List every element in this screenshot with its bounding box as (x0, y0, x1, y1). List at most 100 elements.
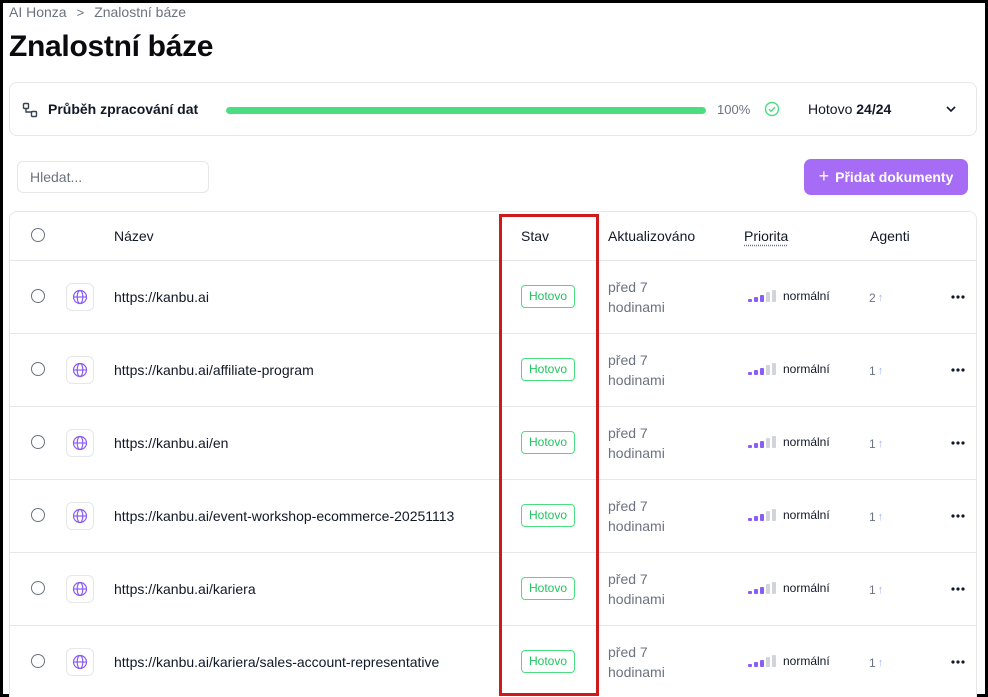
row-checkbox[interactable] (31, 508, 45, 522)
status-badge: Hotovo (521, 504, 576, 527)
row-priority[interactable]: normální (783, 654, 830, 668)
priority-bars-icon (748, 290, 776, 302)
row-updated-line1: před 7 (608, 498, 648, 514)
row-agents[interactable]: 1 ↑ (869, 364, 883, 378)
breadcrumb-separator: > (76, 4, 85, 20)
row-agents-count: 2 (869, 291, 876, 305)
row-agents[interactable]: 1 ↑ (869, 656, 883, 670)
plus-icon: + (818, 166, 830, 186)
row-agents[interactable]: 2 ↑ (869, 291, 883, 305)
table-row[interactable]: https://kanbu.ai/affiliate-program Hotov… (10, 334, 976, 407)
more-horizontal-icon[interactable] (950, 586, 966, 592)
progress-bar (226, 107, 706, 114)
breadcrumb-item-ai-honza[interactable]: AI Honza (9, 4, 67, 20)
row-agents-count: 1 (869, 364, 876, 378)
row-checkbox[interactable] (31, 362, 45, 376)
breadcrumb-item-knowledge-base[interactable]: Znalostní báze (94, 4, 186, 20)
row-checkbox[interactable] (31, 289, 45, 303)
priority-bars-icon (748, 436, 776, 448)
table-row[interactable]: https://kanbu.ai/event-workshop-ecommerc… (10, 480, 976, 553)
status-badge: Hotovo (521, 650, 576, 673)
row-updated: před 7 hodinami (608, 277, 688, 317)
row-agents-count: 1 (869, 510, 876, 524)
more-horizontal-icon[interactable] (950, 659, 966, 665)
row-updated-line1: před 7 (608, 425, 648, 441)
column-header-status[interactable]: Stav (521, 228, 549, 244)
row-name[interactable]: https://kanbu.ai/affiliate-program (114, 362, 314, 378)
table-row[interactable]: https://kanbu.ai Hotovo před 7 hodinami … (10, 261, 976, 334)
row-name[interactable]: https://kanbu.ai/en (114, 435, 228, 451)
more-horizontal-icon[interactable] (950, 367, 966, 373)
processing-progress-card[interactable]: Průběh zpracování dat 100% Hotovo 24/24 (9, 82, 977, 136)
row-priority[interactable]: normální (783, 508, 830, 522)
status-badge: Hotovo (521, 358, 576, 381)
row-updated-line2: hodinami (608, 664, 665, 680)
row-priority[interactable]: normální (783, 289, 830, 303)
arrow-up-icon: ↑ (877, 584, 884, 596)
row-agents-count: 1 (869, 656, 876, 670)
row-checkbox[interactable] (31, 581, 45, 595)
row-updated: před 7 hodinami (608, 569, 688, 609)
row-priority[interactable]: normální (783, 581, 830, 595)
more-horizontal-icon[interactable] (950, 513, 966, 519)
arrow-up-icon: ↑ (877, 292, 884, 304)
globe-icon (72, 362, 88, 378)
status-badge: Hotovo (521, 577, 576, 600)
row-checkbox[interactable] (31, 654, 45, 668)
row-name[interactable]: https://kanbu.ai/kariera (114, 581, 256, 597)
row-type-badge (66, 356, 94, 384)
row-agents-count: 1 (869, 583, 876, 597)
row-agents-count: 1 (869, 437, 876, 451)
page-title: Znalostní báze (9, 30, 214, 63)
row-priority[interactable]: normální (783, 362, 830, 376)
table-row[interactable]: https://kanbu.ai/kariera/sales-account-r… (10, 626, 976, 697)
globe-icon (72, 508, 88, 524)
row-updated-line2: hodinami (608, 518, 665, 534)
column-header-name[interactable]: Název (114, 228, 154, 244)
row-type-badge (66, 429, 94, 457)
row-priority[interactable]: normální (783, 435, 830, 449)
progress-percent: 100% (717, 102, 751, 117)
select-all-checkbox[interactable] (31, 228, 45, 242)
table-row[interactable]: https://kanbu.ai/en Hotovo před 7 hodina… (10, 407, 976, 480)
row-updated: před 7 hodinami (608, 350, 688, 390)
progress-status-prefix: Hotovo (808, 101, 853, 117)
row-type-badge (66, 502, 94, 530)
arrow-up-icon: ↑ (877, 657, 884, 669)
row-agents[interactable]: 1 ↑ (869, 583, 883, 597)
row-type-badge (66, 283, 94, 311)
column-header-updated[interactable]: Aktualizováno (608, 228, 695, 244)
row-name[interactable]: https://kanbu.ai/event-workshop-ecommerc… (114, 508, 454, 524)
add-documents-button[interactable]: + Přidat dokumenty (804, 159, 968, 195)
row-agents[interactable]: 1 ↑ (869, 437, 883, 451)
globe-icon (72, 581, 88, 597)
arrow-up-icon: ↑ (877, 365, 884, 377)
row-type-badge (66, 575, 94, 603)
priority-bars-icon (748, 655, 776, 667)
row-updated-line2: hodinami (608, 372, 665, 388)
more-horizontal-icon[interactable] (950, 440, 966, 446)
row-updated-line1: před 7 (608, 571, 648, 587)
row-checkbox[interactable] (31, 435, 45, 449)
progress-label: Průběh zpracování dat (48, 101, 199, 117)
search-input[interactable] (17, 161, 209, 193)
row-agents[interactable]: 1 ↑ (869, 510, 883, 524)
progress-status-count: 24/24 (856, 101, 892, 117)
row-updated-line1: před 7 (608, 279, 648, 295)
table-row[interactable]: https://kanbu.ai/kariera Hotovo před 7 h… (10, 553, 976, 626)
row-updated: před 7 hodinami (608, 423, 688, 463)
column-header-agents[interactable]: Agenti (870, 228, 910, 244)
row-type-badge (66, 648, 94, 676)
globe-icon (72, 289, 88, 305)
more-horizontal-icon[interactable] (950, 294, 966, 300)
column-header-priority[interactable]: Priorita (744, 228, 788, 244)
add-documents-label: Přidat dokumenty (835, 169, 954, 185)
row-updated-line1: před 7 (608, 644, 648, 660)
priority-bars-icon (748, 509, 776, 521)
priority-bars-icon (748, 582, 776, 594)
row-name[interactable]: https://kanbu.ai (114, 289, 209, 305)
row-name[interactable]: https://kanbu.ai/kariera/sales-account-r… (114, 654, 439, 670)
progress-bar-fill (226, 107, 706, 114)
chevron-down-icon[interactable] (944, 102, 958, 116)
globe-icon (72, 435, 88, 451)
